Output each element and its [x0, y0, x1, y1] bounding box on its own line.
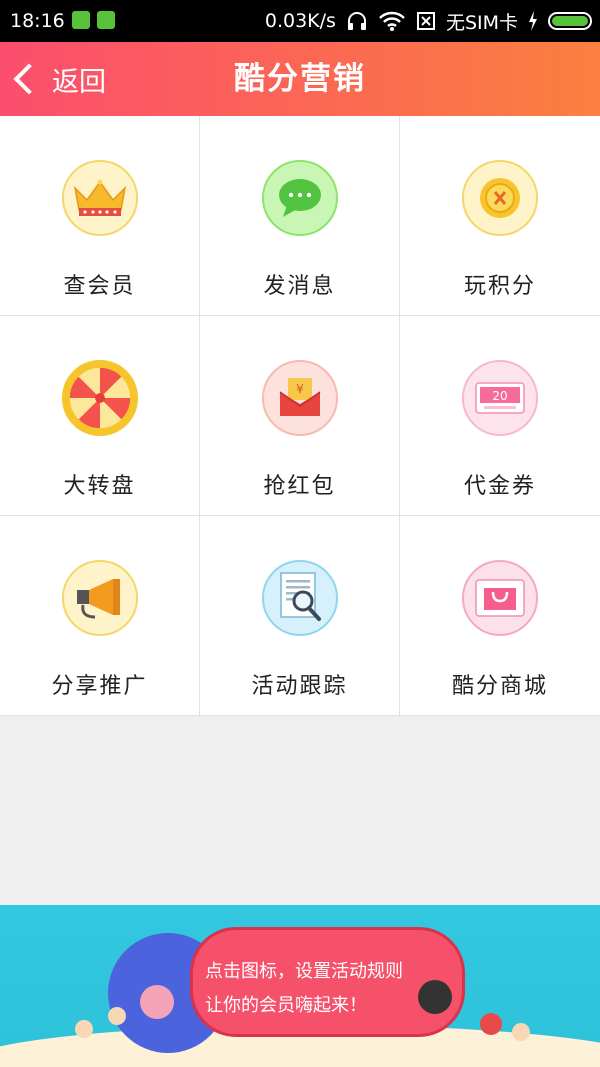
character-kid-icon: [108, 1007, 126, 1025]
character-kid-icon: [75, 1020, 93, 1038]
document-search-icon: [262, 560, 338, 636]
tile-label: 大转盘: [63, 474, 136, 499]
tile-label: 抢红包: [263, 474, 336, 499]
coin-icon: [462, 160, 538, 236]
banner-line-1: 点击图标，设置活动规则: [205, 961, 403, 982]
tile-label: 代金券: [463, 474, 536, 499]
tile-lucky-wheel[interactable]: 大转盘: [0, 316, 200, 516]
character-kid-icon: [512, 1023, 530, 1041]
tile-label: 分享推广: [51, 674, 148, 699]
headphones-icon: [347, 12, 366, 30]
battery-icon: [548, 12, 592, 30]
voucher-icon: 20: [462, 360, 538, 436]
tile-send-message[interactable]: 发消息: [200, 116, 400, 316]
android-icon: [97, 11, 115, 29]
banner-line-2: 让你的会员嗨起来！: [205, 995, 367, 1016]
chat-bubble-icon: [262, 160, 338, 236]
tile-voucher[interactable]: 20 代金券: [400, 316, 600, 516]
spin-wheel-icon: [62, 360, 138, 436]
promo-banner: 点击图标，设置活动规则 让你的会员嗨起来！: [0, 905, 600, 1067]
network-speed: 0.03K/s: [264, 10, 336, 32]
page-title: 酷分营销: [234, 61, 366, 97]
tile-check-members[interactable]: 查会员: [0, 116, 200, 316]
tile-activity-tracking[interactable]: 活动跟踪: [200, 516, 400, 716]
sim-status: 无SIM卡: [445, 11, 518, 34]
tile-label: 玩积分: [463, 274, 536, 299]
red-envelope-icon: ¥: [262, 360, 338, 436]
status-time: 18:16: [10, 10, 65, 32]
tile-mall[interactable]: 酷分商城: [400, 516, 600, 716]
coin-symbol: ¥: [296, 382, 304, 396]
tile-label: 发消息: [263, 274, 336, 299]
character-kid-icon: [480, 1013, 502, 1035]
shopping-bag-icon: [462, 560, 538, 636]
megaphone-icon: [62, 560, 138, 636]
notification-icon: [72, 11, 90, 29]
tile-share-promote[interactable]: 分享推广: [0, 516, 200, 716]
wifi-icon: [379, 11, 405, 31]
character-girl-icon: [140, 985, 174, 1019]
app-screen: 18:16 0.03K/s 无SIM卡 返回 酷分营销 查会员 发消息 玩积分 …: [0, 0, 600, 1067]
tile-play-points[interactable]: 玩积分: [400, 116, 600, 316]
crown-icon: [62, 160, 138, 236]
character-boy-icon: [418, 980, 452, 1014]
app-header: 返回 酷分营销: [0, 42, 600, 116]
status-right: 0.03K/s 无SIM卡: [265, 8, 592, 34]
charging-icon: [529, 11, 537, 31]
voucher-value: 20: [492, 389, 507, 403]
tile-red-envelope[interactable]: ¥ 抢红包: [200, 316, 400, 516]
feature-grid: 查会员 发消息 玩积分 大转盘 ¥ 抢红包 20 代金券 分享推广 活动跟踪 酷…: [0, 116, 600, 716]
status-bar: 18:16 0.03K/s 无SIM卡: [0, 0, 600, 42]
tile-label: 活动跟踪: [251, 674, 348, 699]
tile-label: 查会员: [63, 274, 136, 299]
tile-label: 酷分商城: [451, 674, 548, 699]
no-sim-icon: [416, 12, 435, 30]
